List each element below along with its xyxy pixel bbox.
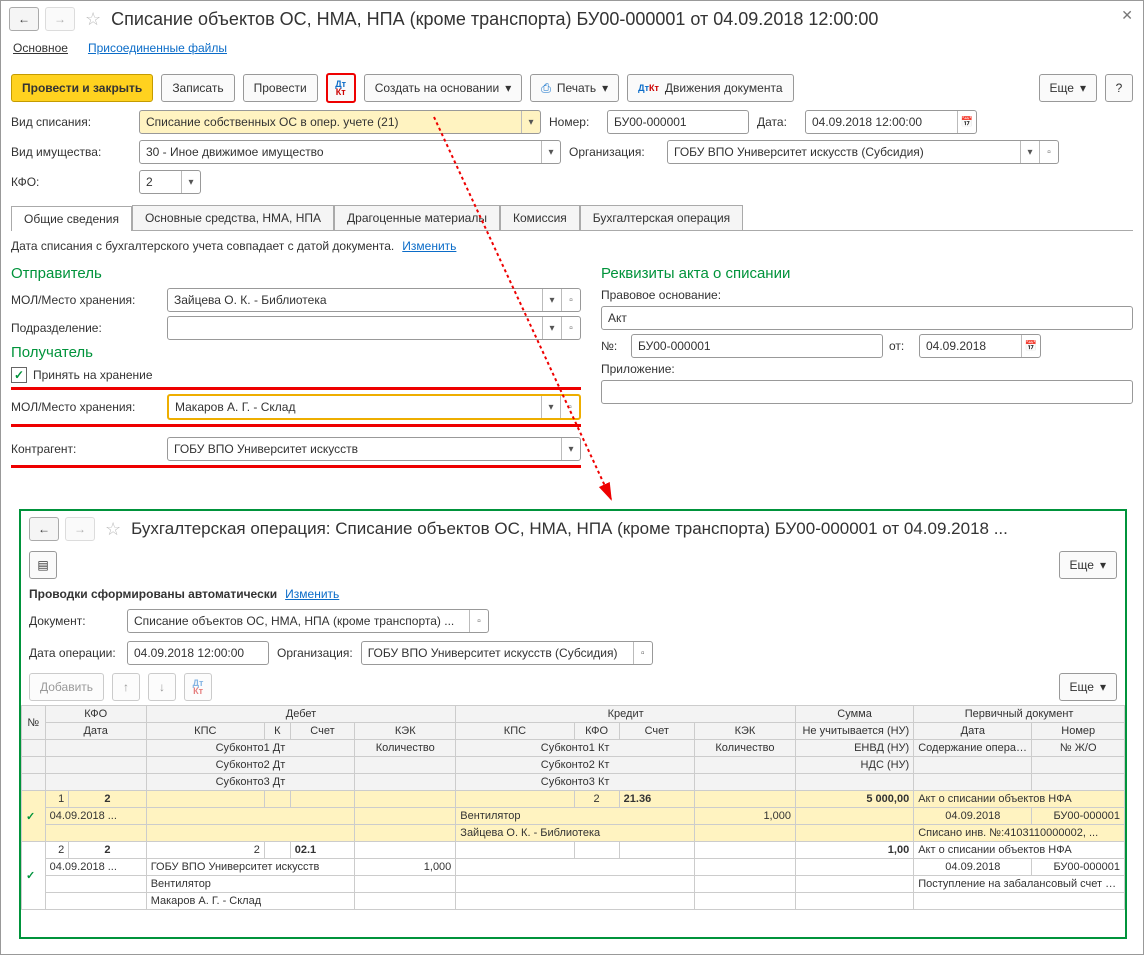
inner-doc-label: Документ: <box>29 614 119 628</box>
inner-more-button[interactable]: Еще▾ <box>1059 551 1117 579</box>
act-num-field[interactable]: БУ00-000001 <box>631 334 883 358</box>
dtkt-button[interactable]: ДтКт <box>326 73 356 103</box>
kfo-label: КФО: <box>11 175 131 189</box>
chevron-down-icon[interactable]: ▾ <box>541 141 560 163</box>
act-heading: Реквизиты акта о списании <box>601 265 1133 282</box>
mol-receiver-field[interactable]: Макаров А. Г. - Склад▾▫ <box>167 394 581 420</box>
close-icon[interactable]: ✕ <box>1121 7 1133 24</box>
chevron-down-icon: ▾ <box>505 81 511 95</box>
move-up-button: ↑ <box>112 673 140 701</box>
contragent-field[interactable]: ГОБУ ВПО Университет искусств▾ <box>167 437 581 461</box>
legal-basis-field[interactable]: Акт <box>601 306 1133 330</box>
mol-sender-label: МОЛ/Место хранения: <box>11 293 161 307</box>
act-date-label: от: <box>889 339 913 353</box>
legal-basis-label: Правовое основание: <box>601 288 751 302</box>
entries-grid[interactable]: № КФО Дебет Кредит Сумма Первичный докум… <box>21 705 1125 910</box>
move-down-button: ↓ <box>148 673 176 701</box>
dept-field[interactable]: ▾▫ <box>167 316 581 340</box>
kfo-field[interactable]: 2▾ <box>139 170 201 194</box>
receiver-heading: Получатель <box>11 344 581 361</box>
sender-heading: Отправитель <box>11 265 581 282</box>
tab-accounting[interactable]: Бухгалтерская операция <box>580 205 743 230</box>
table-row[interactable]: 04.09.2018 ... ГОБУ ВПО Университет иску… <box>22 859 1125 876</box>
favorite-icon[interactable]: ☆ <box>85 9 101 30</box>
attachment-field[interactable] <box>601 380 1133 404</box>
take-storage-checkbox[interactable]: ✓ <box>11 367 27 383</box>
print-button[interactable]: Печать▾ <box>530 74 619 102</box>
tab-commission[interactable]: Комиссия <box>500 205 580 230</box>
nav-attached-files[interactable]: Присоединенные файлы <box>88 41 227 55</box>
post-and-close-button[interactable]: Провести и закрыть <box>11 74 153 102</box>
inner-opdate-field[interactable]: 04.09.2018 12:00:00 <box>127 641 269 665</box>
print-icon <box>541 81 551 96</box>
dept-label: Подразделение: <box>11 321 161 335</box>
inner-doc-field[interactable]: Списание объектов ОС, НМА, НПА (кроме тр… <box>127 609 489 633</box>
asset-kind-field[interactable]: 30 - Иное движимое имущество▾ <box>139 140 561 164</box>
asset-kind-label: Вид имущества: <box>11 145 131 159</box>
report-button[interactable]: ▤ <box>29 551 57 579</box>
calendar-icon[interactable]: 📅 <box>1021 335 1040 357</box>
open-icon[interactable]: ▫ <box>1039 141 1058 163</box>
chevron-down-icon[interactable]: ▾ <box>181 171 200 193</box>
tab-precious[interactable]: Драгоценные материалы <box>334 205 500 230</box>
contragent-label: Контрагент: <box>11 442 161 456</box>
chevron-down-icon: ▾ <box>602 81 608 95</box>
nav-main[interactable]: Основное <box>13 41 68 55</box>
help-button[interactable]: ? <box>1105 74 1133 102</box>
accounting-operation-window: ← → ☆ Бухгалтерская операция: Списание о… <box>19 509 1127 939</box>
tab-general[interactable]: Общие сведения <box>11 206 132 231</box>
table-row[interactable]: Макаров А. Г. - Склад <box>22 893 1125 910</box>
inner-favorite-icon[interactable]: ☆ <box>105 519 121 540</box>
inner-more-button-2[interactable]: Еще▾ <box>1059 673 1117 701</box>
mol-sender-field[interactable]: Зайцева О. К. - Библиотека▾▫ <box>167 288 581 312</box>
inner-org-label: Организация: <box>277 646 353 660</box>
inner-title: Бухгалтерская операция: Списание объекто… <box>131 519 1008 539</box>
auto-entries-note: Проводки сформированы автоматически <box>29 587 277 601</box>
back-button[interactable]: ← <box>9 7 39 31</box>
attachment-label: Приложение: <box>601 362 751 376</box>
add-button: Добавить <box>29 673 104 701</box>
mol-receiver-label: МОЛ/Место хранения: <box>11 400 161 414</box>
more-button[interactable]: Еще▾ <box>1039 74 1097 102</box>
post-button[interactable]: Провести <box>243 74 318 102</box>
table-row[interactable]: ✓ 1 2 221.36 5 000,00 Акт о списании объ… <box>22 791 1125 808</box>
inner-org-field[interactable]: ГОБУ ВПО Университет искусств (Субсидия)… <box>361 641 653 665</box>
table-row[interactable]: ✓ 2 2 202.1 1,00 Акт о списании объектов… <box>22 842 1125 859</box>
inner-back-button[interactable]: ← <box>29 517 59 541</box>
org-label: Организация: <box>569 145 659 159</box>
calendar-icon[interactable]: 📅 <box>957 111 976 133</box>
document-title: Списание объектов ОС, НМА, НПА (кроме тр… <box>111 9 878 30</box>
change-link[interactable]: Изменить <box>402 239 456 253</box>
inner-change-link[interactable]: Изменить <box>285 587 339 601</box>
inner-opdate-label: Дата операции: <box>29 646 119 660</box>
movements-button[interactable]: ДтКтДвижения документа <box>627 74 793 102</box>
org-field[interactable]: ГОБУ ВПО Университет искусств (Субсидия)… <box>667 140 1059 164</box>
dtkt-toggle-button: ДтКт <box>184 673 212 701</box>
date-label: Дата: <box>757 115 797 129</box>
chevron-down-icon[interactable]: ▾ <box>1020 141 1039 163</box>
writeoff-type-label: Вид списания: <box>11 115 131 129</box>
inner-forward-button[interactable]: → <box>65 517 95 541</box>
date-field[interactable]: 04.09.2018 12:00:00📅 <box>805 110 977 134</box>
tab-assets[interactable]: Основные средства, НМА, НПА <box>132 205 334 230</box>
chevron-down-icon: ▾ <box>1080 81 1086 95</box>
save-button[interactable]: Записать <box>161 74 234 102</box>
number-label: Номер: <box>549 115 599 129</box>
table-row[interactable]: Вентилятор Поступление на забалансовый с… <box>22 876 1125 893</box>
table-row[interactable]: Зайцева О. К. - Библиотека Списано инв. … <box>22 825 1125 842</box>
table-row[interactable]: 04.09.2018 ... Вентилятор1,000 04.09.201… <box>22 808 1125 825</box>
take-storage-label: Принять на хранение <box>33 368 153 382</box>
act-num-label: №: <box>601 339 625 353</box>
writeoff-type-field[interactable]: Списание собственных ОС в опер. учете (2… <box>139 110 541 134</box>
writeoff-date-note: Дата списания с бухгалтерского учета сов… <box>11 239 394 253</box>
act-date-field[interactable]: 04.09.2018📅 <box>919 334 1041 358</box>
number-field[interactable]: БУ00-000001 <box>607 110 749 134</box>
forward-button[interactable]: → <box>45 7 75 31</box>
create-on-basis-button[interactable]: Создать на основании▾ <box>364 74 523 102</box>
chevron-down-icon[interactable]: ▾ <box>521 111 540 133</box>
